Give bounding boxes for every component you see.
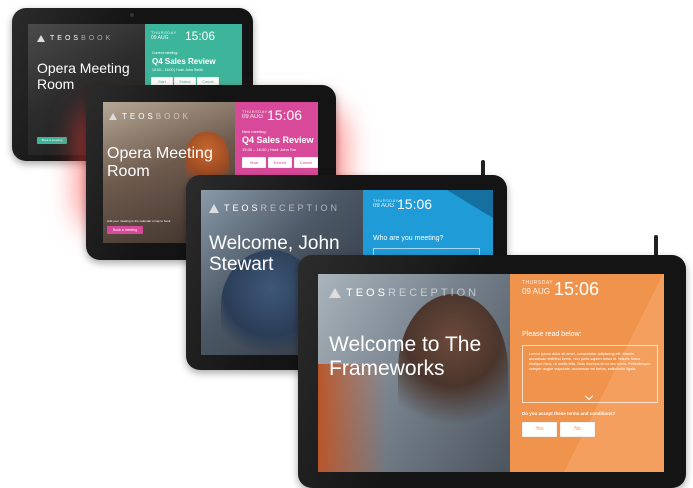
clock-time: 15:06	[267, 107, 303, 123]
teosreception-logo: TEOS RECEPTION	[209, 203, 340, 213]
brand-light: RECEPTION	[260, 203, 341, 213]
date-label: 09 AUG	[373, 203, 395, 209]
yes-button[interactable]: Yes	[522, 422, 557, 437]
reception-panel: THURSDAY 09 AUG 15:06 Please read below:…	[510, 274, 664, 472]
clock-time: 15:06	[185, 29, 216, 43]
foreground-figure	[318, 364, 388, 472]
read-below-label: Please read below:	[522, 331, 582, 338]
date-label: 09 AUG	[242, 114, 264, 120]
extend-button[interactable]: Extend	[268, 157, 292, 168]
teosbook-logo: TEOS BOOK	[37, 35, 113, 42]
teosbook-logo: TEOS BOOK	[109, 112, 191, 121]
accept-question: Do you accept these terms and conditions…	[522, 411, 616, 416]
welcome-message: Welcome to The Frameworks	[329, 333, 482, 380]
start-button[interactable]: Start	[242, 157, 266, 168]
teosreception-logo: TEOS RECEPTION	[329, 287, 479, 299]
brand-strong: TEOS	[346, 287, 388, 299]
cube-logo-icon	[109, 113, 117, 120]
meeting-label: Current meeting:	[152, 51, 179, 55]
terms-text: Lorem ipsum dolor sit amet, consectetur …	[529, 352, 651, 371]
book-meeting-button[interactable]: Book a meeting	[37, 137, 67, 144]
day-label: THURSDAY	[522, 280, 554, 286]
clock-time: 15:06	[554, 279, 600, 299]
no-button[interactable]: No	[560, 422, 595, 437]
date-label: 09 AUG	[151, 35, 169, 41]
brand-strong: TEOS	[50, 35, 82, 42]
date-label: 09 AUG	[522, 287, 551, 296]
brand-light: RECEPTION	[387, 287, 480, 299]
cube-logo-icon	[329, 288, 341, 298]
cube-logo-icon	[37, 35, 45, 42]
camera-dot	[130, 13, 134, 17]
brand-light: BOOK	[81, 35, 114, 42]
brand-strong: TEOS	[122, 112, 156, 121]
clock-time: 15:06	[397, 196, 433, 212]
book-meeting-button[interactable]: Book a meeting	[107, 226, 143, 234]
tablet-orange: THURSDAY 09 AUG 15:06 Please read below:…	[298, 255, 686, 488]
meeting-title: Q4 Sales Review	[152, 57, 216, 66]
cube-logo-icon	[209, 203, 219, 213]
brand-light: BOOK	[155, 112, 191, 121]
question-label: Who are you meeting?	[373, 235, 444, 242]
meeting-title: Q4 Sales Review	[242, 135, 314, 145]
brand-strong: TEOS	[224, 203, 261, 213]
panel-accent-shape	[447, 190, 493, 218]
meeting-time-host: 15:30 – 16:00 | Host: John Sm	[242, 147, 296, 152]
screen-orange: THURSDAY 09 AUG 15:06 Please read below:…	[318, 274, 664, 472]
chevron-down-icon[interactable]	[584, 391, 594, 401]
terms-box[interactable]: Lorem ipsum dolor sit amet, consectetur …	[522, 345, 658, 403]
meeting-time-host: 15:30 – 16:00 | Host: John Smith	[152, 68, 203, 72]
booking-hint: Add your meeting to the calendar or tap …	[107, 219, 171, 223]
meeting-label: Next meeting:	[242, 129, 267, 134]
cancel-button[interactable]: Cancel	[294, 157, 318, 168]
